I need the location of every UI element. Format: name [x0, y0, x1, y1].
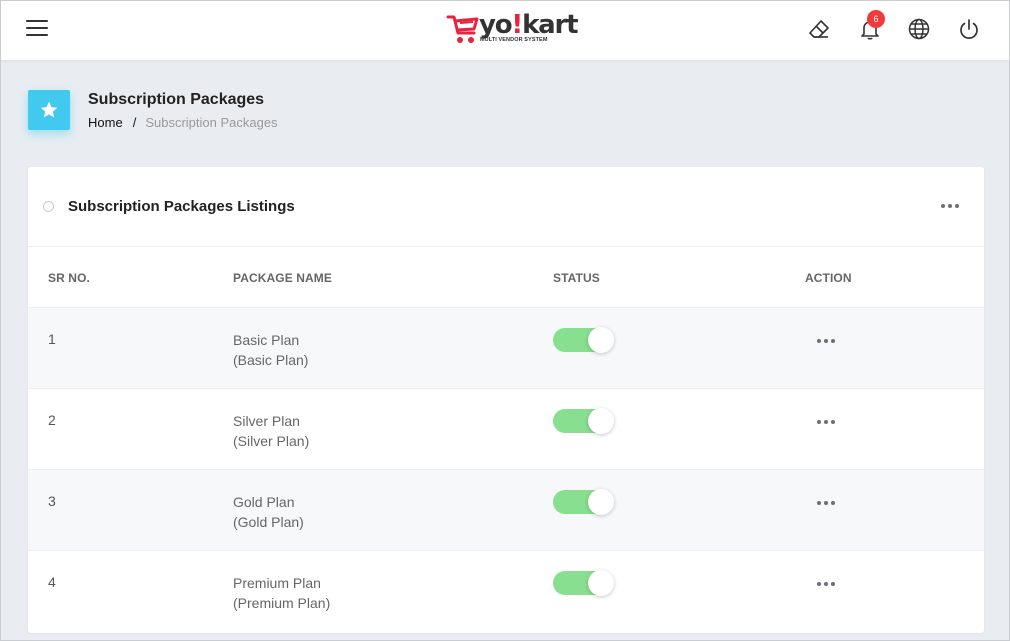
package-name: Silver Plan: [233, 413, 300, 429]
status-toggle[interactable]: [553, 570, 614, 596]
page-title-icon-box: [28, 90, 70, 130]
column-header-package-name: PACKAGE NAME: [233, 271, 332, 285]
row-package-name: Silver Plan (Silver Plan): [233, 411, 309, 451]
status-toggle[interactable]: [553, 408, 614, 434]
toggle-knob: [588, 408, 614, 434]
toggle-knob: [588, 327, 614, 353]
row-sr-number: 2: [48, 412, 56, 428]
power-icon[interactable]: [954, 14, 984, 44]
package-name: Premium Plan: [233, 575, 321, 591]
package-subname: (Silver Plan): [233, 433, 310, 449]
row-actions-icon[interactable]: [810, 573, 838, 593]
row-actions-icon[interactable]: [810, 492, 838, 512]
toggle-knob: [588, 570, 614, 596]
table-row: 2 Silver Plan (Silver Plan): [28, 389, 984, 470]
table-row: 3 Gold Plan (Gold Plan): [28, 470, 984, 551]
package-subname: (Basic Plan): [233, 352, 309, 368]
card-header: Subscription Packages Listings: [28, 167, 984, 247]
package-subname: (Premium Plan): [233, 595, 331, 611]
row-actions-icon[interactable]: [810, 330, 838, 350]
status-toggle[interactable]: [553, 489, 614, 515]
column-header-status: STATUS: [553, 271, 600, 285]
table-header: SR NO. PACKAGE NAME STATUS ACTION: [28, 247, 984, 308]
package-name: Gold Plan: [233, 494, 295, 510]
page-title: Subscription Packages: [88, 91, 265, 108]
globe-icon[interactable]: [904, 14, 934, 44]
breadcrumb: Home / Subscription Packages: [88, 115, 278, 130]
row-package-name: Gold Plan (Gold Plan): [233, 492, 304, 532]
column-header-action: ACTION: [805, 271, 852, 285]
row-package-name: Premium Plan (Premium Plan): [233, 573, 330, 613]
package-subname: (Gold Plan): [233, 514, 304, 530]
breadcrumb-current: Subscription Packages: [145, 115, 278, 130]
toggle-knob: [588, 489, 614, 515]
table-row: 1 Basic Plan (Basic Plan): [28, 308, 984, 389]
card-title: Subscription Packages Listings: [68, 198, 295, 215]
top-header: yo!kart MULTI VENDOR SYSTEM 6: [0, 0, 1010, 60]
status-toggle[interactable]: [553, 327, 614, 353]
package-name: Basic Plan: [233, 332, 300, 348]
column-header-sr: SR NO.: [48, 271, 90, 285]
notification-badge: 6: [867, 10, 885, 28]
row-sr-number: 1: [48, 331, 56, 347]
circle-bullet-icon: [43, 201, 54, 212]
cart-logo-icon: [446, 15, 479, 43]
breadcrumb-home-link[interactable]: Home: [88, 115, 123, 130]
eraser-icon[interactable]: [804, 14, 834, 44]
brand-logo[interactable]: yo!kart MULTI VENDOR SYSTEM: [446, 8, 579, 48]
table-row: 4 Premium Plan (Premium Plan): [28, 551, 984, 632]
card-more-options-icon[interactable]: [934, 195, 962, 215]
logo-tagline: MULTI VENDOR SYSTEM: [480, 37, 548, 43]
row-sr-number: 3: [48, 493, 56, 509]
row-actions-icon[interactable]: [810, 411, 838, 431]
row-sr-number: 4: [48, 574, 56, 590]
star-icon: [40, 101, 58, 118]
row-package-name: Basic Plan (Basic Plan): [233, 330, 308, 370]
menu-icon[interactable]: [22, 18, 54, 42]
breadcrumb-separator: /: [132, 115, 137, 130]
listing-card: Subscription Packages Listings SR NO. PA…: [28, 167, 984, 633]
